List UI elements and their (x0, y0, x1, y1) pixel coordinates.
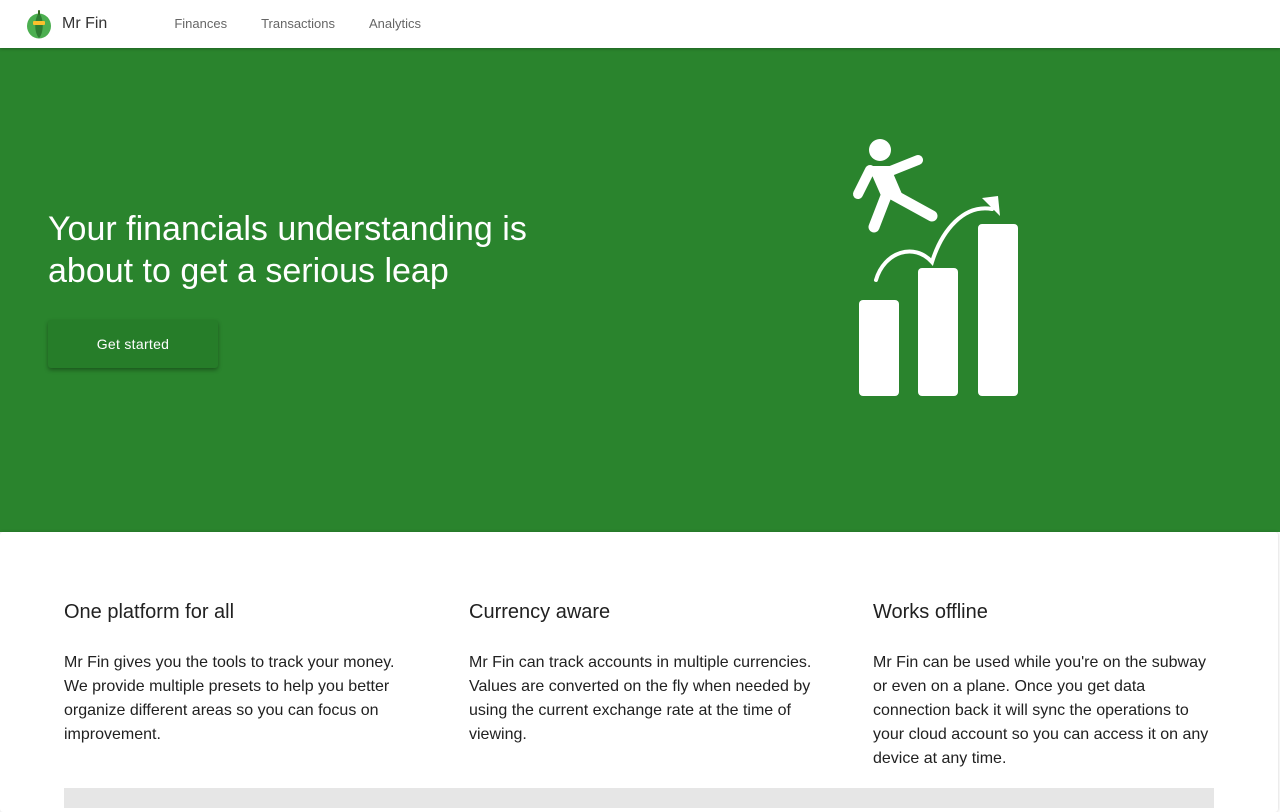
nav-item-finances[interactable]: Finances (157, 0, 244, 48)
person-leaping-over-growth-bars-icon (853, 139, 1018, 396)
feature-one-platform: One platform for all Mr Fin gives you th… (64, 600, 409, 747)
get-started-button[interactable]: Get started (48, 320, 218, 368)
feature-description: Mr Fin can be used while you're on the s… (873, 654, 1209, 767)
nav-item-transactions[interactable]: Transactions (244, 0, 352, 48)
feature-currency-aware: Currency aware Mr Fin can track accounts… (469, 600, 814, 747)
app-name: Mr Fin (62, 15, 108, 32)
hero-section: Your financials understanding is about t… (0, 48, 1280, 532)
features-card: One platform for all Mr Fin gives you th… (0, 532, 1278, 812)
feature-description: Mr Fin can track accounts in multiple cu… (469, 654, 812, 743)
feature-works-offline: Works offline Mr Fin can be used while y… (873, 600, 1218, 771)
brand-home-link[interactable]: Mr Fin (26, 9, 107, 39)
top-app-bar: Mr Fin Finances Transactions Analytics (0, 0, 1280, 48)
next-section-strip (64, 788, 1214, 808)
feature-title: One platform for all (64, 601, 235, 623)
feature-title: Currency aware (469, 601, 611, 623)
feature-description: Mr Fin gives you the tools to track your… (64, 654, 395, 743)
feature-title: Works offline (873, 601, 988, 623)
nav-item-analytics[interactable]: Analytics (352, 0, 438, 48)
leaf-logo-icon (27, 10, 51, 39)
hero-title: Your financials understanding is about t… (48, 210, 527, 290)
main-nav: Finances Transactions Analytics (157, 0, 438, 48)
